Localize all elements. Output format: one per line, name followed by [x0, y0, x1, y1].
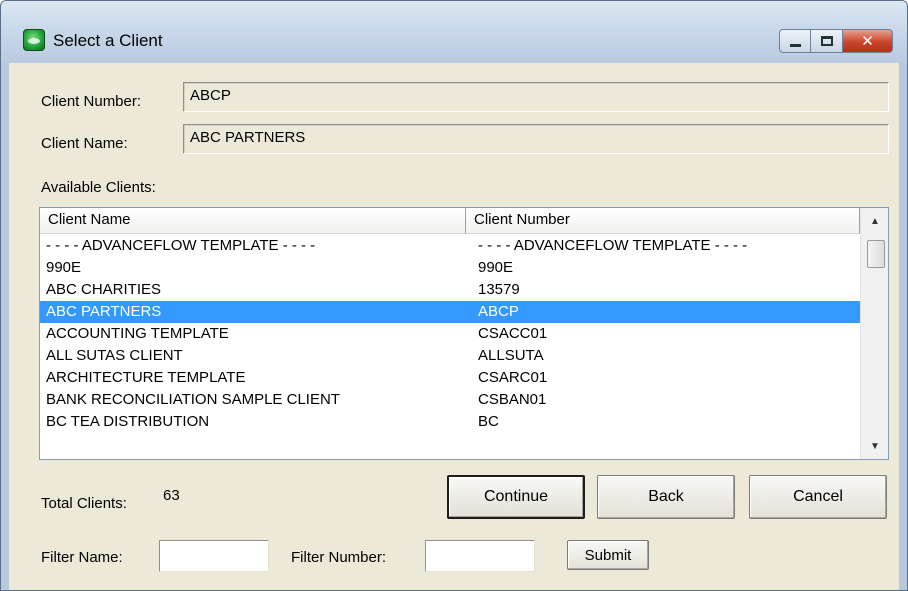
- row-client-name: BANK RECONCILIATION SAMPLE CLIENT: [46, 391, 340, 408]
- select-client-window: Select a Client ✕ Client Number: ABCP Cl…: [0, 0, 908, 591]
- client-name-label: Client Name:: [41, 135, 128, 152]
- continue-button[interactable]: Continue: [447, 475, 585, 519]
- dialog-body: Client Number: ABCP Client Name: ABC PAR…: [9, 63, 899, 590]
- scroll-up-icon[interactable]: ▲: [861, 210, 888, 232]
- clients-list[interactable]: Client Name Client Number - - - - ADVANC…: [39, 207, 889, 460]
- row-client-number: - - - - ADVANCEFLOW TEMPLATE - - - -: [478, 237, 748, 254]
- row-client-name: 990E: [46, 259, 82, 276]
- row-client-name: ALL SUTAS CLIENT: [46, 347, 183, 364]
- list-item[interactable]: - - - - ADVANCEFLOW TEMPLATE - - - - - -…: [40, 235, 860, 257]
- column-header-client-name[interactable]: Client Name: [40, 208, 466, 234]
- minimize-icon: [789, 43, 801, 47]
- list-item[interactable]: ABC CHARITIES 13579: [40, 279, 860, 301]
- row-client-number: 13579: [478, 281, 520, 298]
- list-item[interactable]: BANK RECONCILIATION SAMPLE CLIENT CSBAN0…: [40, 389, 860, 411]
- scrollbar-thumb[interactable]: [867, 240, 885, 268]
- row-client-name: BC TEA DISTRIBUTION: [46, 413, 210, 430]
- row-client-number: CSARC01: [478, 369, 548, 386]
- row-client-number: ALLSUTA: [478, 347, 544, 364]
- row-client-name: ABC PARTNERS: [46, 303, 162, 320]
- client-number-label: Client Number:: [41, 93, 142, 110]
- vertical-scrollbar[interactable]: ▲ ▼: [860, 208, 888, 459]
- title-bar[interactable]: Select a Client ✕: [1, 1, 907, 63]
- submit-button[interactable]: Submit: [567, 540, 649, 570]
- filter-number-input[interactable]: [425, 540, 535, 572]
- list-header: Client Name Client Number: [40, 208, 860, 234]
- close-button[interactable]: ✕: [843, 29, 893, 53]
- row-client-number: CSACC01: [478, 325, 548, 342]
- filter-number-label: Filter Number:: [291, 549, 387, 566]
- row-client-name: ACCOUNTING TEMPLATE: [46, 325, 229, 342]
- client-name-field[interactable]: ABC PARTNERS: [183, 124, 889, 154]
- list-item[interactable]: ARCHITECTURE TEMPLATE CSARC01: [40, 367, 860, 389]
- list-item-selected[interactable]: ABC PARTNERS ABCP: [40, 301, 860, 323]
- row-client-name: ARCHITECTURE TEMPLATE: [46, 369, 246, 386]
- column-header-client-number[interactable]: Client Number: [466, 208, 860, 234]
- back-button[interactable]: Back: [597, 475, 735, 519]
- row-client-number: ABCP: [478, 303, 519, 320]
- app-icon: [23, 29, 45, 51]
- filter-name-label: Filter Name:: [41, 549, 123, 566]
- list-rows: - - - - ADVANCEFLOW TEMPLATE - - - - - -…: [40, 235, 860, 433]
- total-clients-value: 63: [163, 487, 180, 504]
- list-item[interactable]: ALL SUTAS CLIENT ALLSUTA: [40, 345, 860, 367]
- list-item[interactable]: BC TEA DISTRIBUTION BC: [40, 411, 860, 433]
- scroll-down-icon[interactable]: ▼: [861, 435, 888, 457]
- row-client-name: - - - - ADVANCEFLOW TEMPLATE - - - -: [46, 237, 316, 254]
- cancel-button[interactable]: Cancel: [749, 475, 887, 519]
- maximize-button[interactable]: [811, 29, 843, 53]
- row-client-number: CSBAN01: [478, 391, 547, 408]
- close-icon: ✕: [861, 33, 874, 50]
- row-client-number: BC: [478, 413, 499, 430]
- caption-buttons: ✕: [779, 29, 893, 53]
- list-item[interactable]: ACCOUNTING TEMPLATE CSACC01: [40, 323, 860, 345]
- row-client-name: ABC CHARITIES: [46, 281, 162, 298]
- client-number-field[interactable]: ABCP: [183, 82, 889, 112]
- available-clients-label: Available Clients:: [41, 179, 156, 196]
- window-title: Select a Client: [53, 31, 163, 50]
- list-item[interactable]: 990E 990E: [40, 257, 860, 279]
- row-client-number: 990E: [478, 259, 514, 276]
- minimize-button[interactable]: [779, 29, 811, 53]
- total-clients-label: Total Clients:: [41, 495, 127, 512]
- maximize-icon: [820, 36, 833, 46]
- filter-name-input[interactable]: [159, 540, 269, 572]
